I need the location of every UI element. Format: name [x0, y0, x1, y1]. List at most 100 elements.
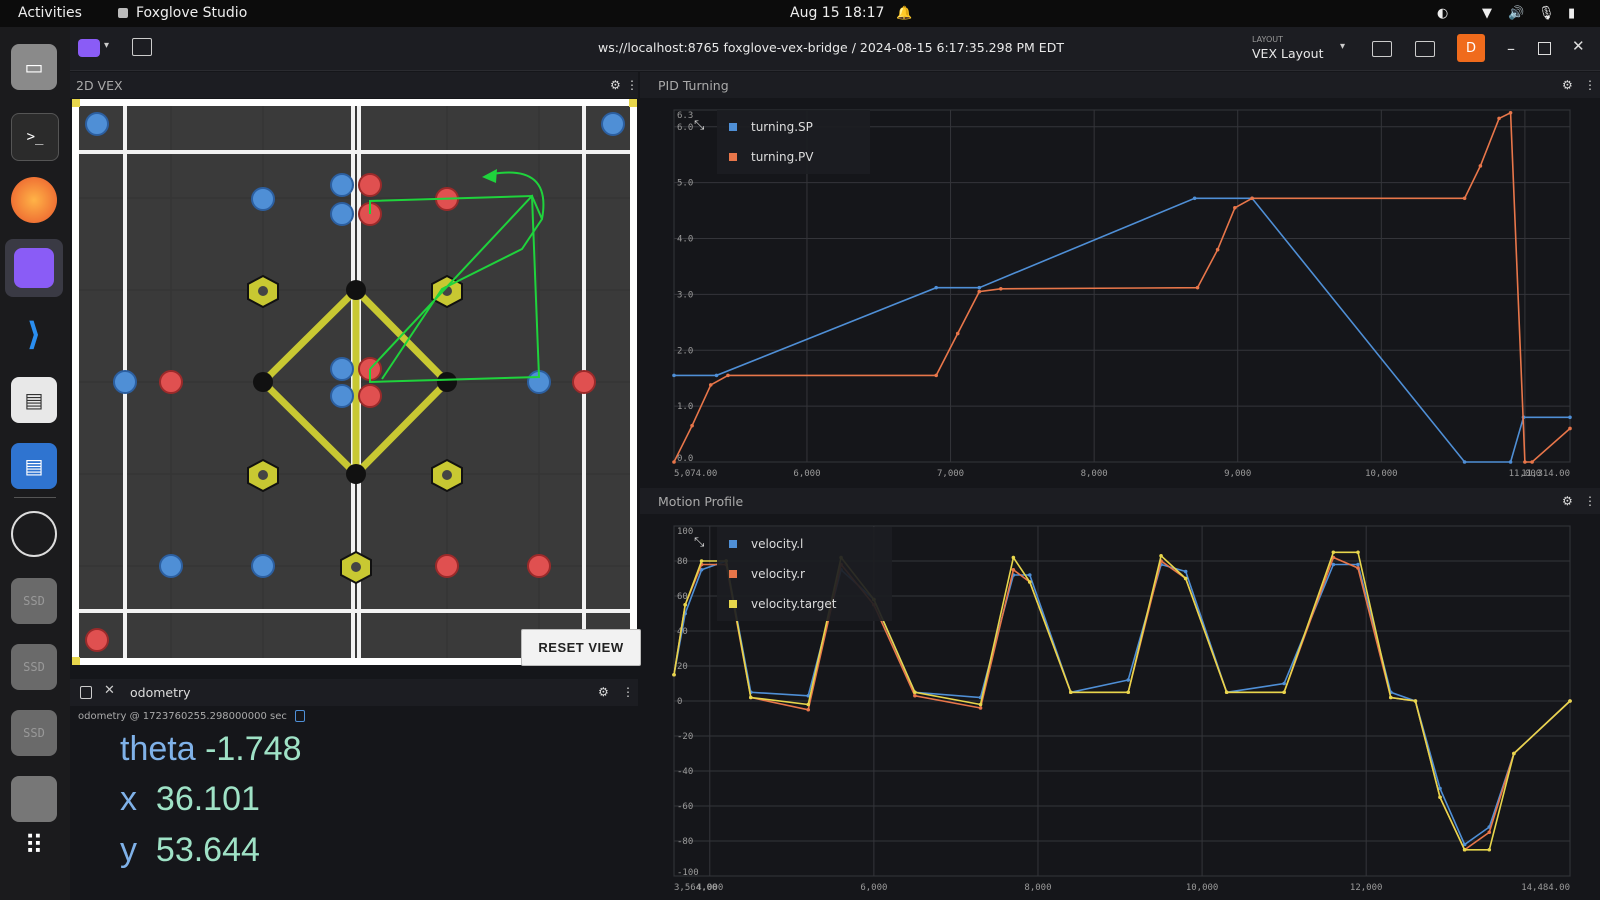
- legend-item[interactable]: velocity.target: [729, 597, 837, 611]
- clock[interactable]: Aug 15 18:17: [790, 5, 884, 21]
- series-name: turning.PV: [751, 150, 814, 164]
- data-point: [1192, 196, 1197, 201]
- text-editor-icon[interactable]: ▤: [11, 443, 57, 489]
- series-swatch: [729, 570, 737, 578]
- data-point: [1530, 460, 1534, 464]
- connection-status: ws://localhost:8765 foxglove-vex-bridge …: [598, 40, 1064, 55]
- data-point: [806, 702, 811, 707]
- y-tick-label: -80: [677, 837, 693, 847]
- ssd-drive-icon[interactable]: SSD: [11, 578, 57, 624]
- data-point: [1568, 699, 1572, 703]
- copy-message-icon[interactable]: [295, 710, 305, 722]
- data-point: [977, 289, 982, 294]
- data-point: [1069, 690, 1073, 695]
- data-point: [1126, 690, 1131, 695]
- user-avatar[interactable]: D: [1457, 34, 1485, 62]
- battery-icon[interactable]: ▮: [1568, 6, 1575, 21]
- drive-icon[interactable]: [11, 776, 57, 822]
- y-tick-label: -20: [677, 732, 693, 742]
- chevron-down-icon[interactable]: ▾: [104, 40, 109, 51]
- layout-selector[interactable]: VEX Layout: [1252, 46, 1323, 61]
- foxglove-logo-icon[interactable]: [78, 39, 100, 57]
- data-point: [672, 460, 676, 464]
- legend-item[interactable]: velocity.r: [729, 567, 805, 581]
- odometry-panel-header: ✕ odometry ⚙ ⋮: [70, 679, 638, 706]
- reset-view-button[interactable]: RESET VIEW: [521, 629, 641, 666]
- obs-icon[interactable]: [11, 511, 57, 557]
- data-point: [672, 672, 676, 677]
- data-point: [1250, 196, 1254, 201]
- copy-icon[interactable]: [80, 686, 92, 699]
- legend-item[interactable]: velocity.l: [729, 537, 803, 551]
- volume-icon[interactable]: 🔊: [1508, 6, 1524, 21]
- settings-icon[interactable]: ⚙: [1562, 78, 1573, 92]
- show-apps-grid-icon[interactable]: ⠿: [11, 823, 57, 869]
- files-icon[interactable]: ▭: [11, 44, 57, 90]
- settings-icon[interactable]: ⚙: [1562, 494, 1573, 508]
- y-tick-label: 1.0: [677, 402, 693, 412]
- panel-title: 2D VEX: [76, 78, 123, 93]
- close-icon[interactable]: ✕: [1572, 37, 1585, 55]
- left-sidebar-toggle-icon[interactable]: [1372, 41, 1392, 57]
- data-point: [1356, 550, 1360, 555]
- terminal-icon[interactable]: >_: [11, 113, 59, 161]
- ssd-drive-icon[interactable]: SSD: [11, 644, 57, 690]
- more-options-icon[interactable]: ⋮: [1584, 78, 1596, 92]
- minimize-icon[interactable]: –: [1507, 39, 1515, 58]
- foxglove-icon[interactable]: [5, 239, 63, 297]
- add-panel-icon[interactable]: [132, 38, 152, 56]
- document-viewer-icon[interactable]: ▤: [11, 377, 57, 423]
- data-point: [1438, 795, 1442, 800]
- data-point: [726, 373, 730, 378]
- status-indicator-icon[interactable]: ◐: [1437, 6, 1448, 21]
- x-tick-label: 6,000: [860, 883, 887, 893]
- panel-title: Motion Profile: [658, 494, 744, 509]
- collapse-legend-icon[interactable]: ⤡: [694, 118, 704, 133]
- x-tick-label: 6,000: [793, 469, 820, 479]
- field-key: x: [120, 780, 137, 818]
- odometry-y: y 53.644: [120, 831, 260, 870]
- firefox-icon[interactable]: [11, 177, 57, 223]
- notification-bell-icon[interactable]: 🔔: [896, 6, 912, 21]
- more-options-icon[interactable]: ⋮: [626, 78, 638, 92]
- wifi-icon[interactable]: ▼: [1482, 6, 1492, 21]
- y-tick-label: 100: [677, 527, 693, 537]
- y-tick-label: 6.0: [677, 123, 693, 133]
- field-value: 53.644: [155, 831, 260, 869]
- data-point: [1356, 566, 1360, 570]
- chevron-down-icon[interactable]: ▾: [1340, 41, 1345, 52]
- data-point: [1282, 690, 1286, 695]
- data-point: [806, 707, 811, 712]
- app-menu[interactable]: Foxglove Studio: [118, 5, 247, 21]
- data-point: [1126, 678, 1131, 682]
- legend-item[interactable]: turning.SP: [729, 120, 813, 134]
- app-icon: [118, 8, 128, 18]
- settings-icon[interactable]: ⚙: [610, 78, 621, 92]
- maximize-icon[interactable]: [1538, 42, 1551, 55]
- data-point: [1233, 205, 1237, 210]
- data-point: [1478, 164, 1483, 168]
- pid-panel-header: PID Turning ⚙ ⋮: [640, 72, 1600, 98]
- right-sidebar-toggle-icon[interactable]: [1415, 41, 1435, 57]
- ssd-drive-icon[interactable]: SSD: [11, 710, 57, 756]
- layout-caption: LAYOUT: [1252, 35, 1283, 44]
- more-options-icon[interactable]: ⋮: [1584, 494, 1596, 508]
- close-tab-icon[interactable]: ✕: [104, 683, 115, 698]
- activities-button[interactable]: Activities: [18, 5, 82, 21]
- x-tick-label: 5,074.00: [674, 469, 717, 479]
- collapse-legend-icon[interactable]: ⤡: [694, 535, 704, 550]
- legend-item[interactable]: turning.PV: [729, 150, 813, 164]
- settings-icon[interactable]: ⚙: [598, 685, 609, 699]
- data-point: [1508, 460, 1513, 464]
- field-map[interactable]: [72, 99, 637, 665]
- topic-tab[interactable]: odometry: [130, 685, 191, 700]
- data-point: [1011, 555, 1016, 560]
- data-point: [1462, 460, 1467, 464]
- data-point: [1462, 196, 1467, 201]
- microphone-icon[interactable]: 🎙: [1538, 6, 1555, 21]
- vscode-icon[interactable]: ⟩: [11, 311, 57, 357]
- data-point: [1356, 562, 1360, 567]
- system-top-bar: Activities Foxglove Studio Aug 15 18:17 …: [0, 0, 1600, 27]
- data-point: [1183, 569, 1188, 574]
- more-options-icon[interactable]: ⋮: [622, 685, 634, 699]
